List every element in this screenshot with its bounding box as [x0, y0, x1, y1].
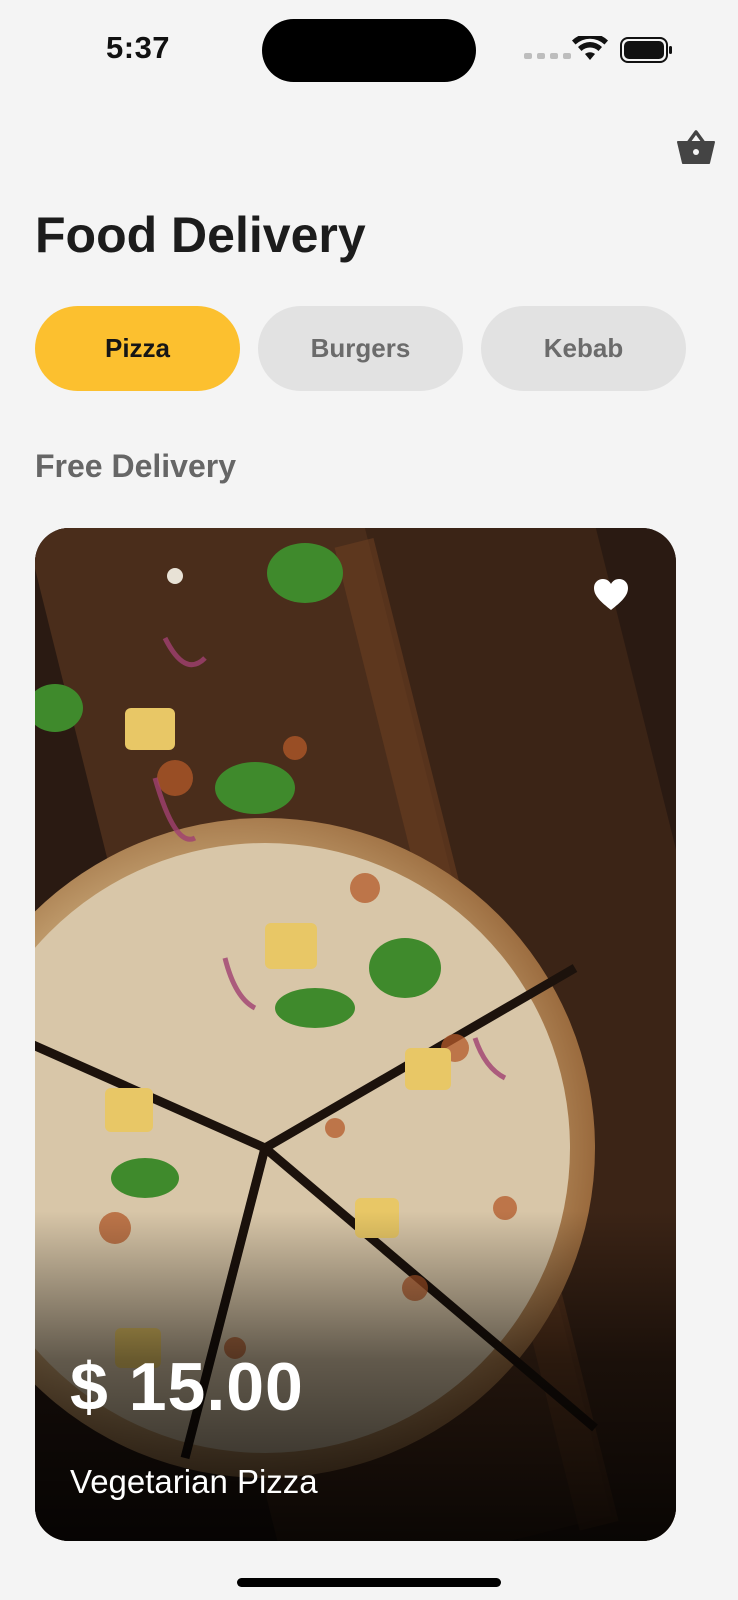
status-time: 5:37	[106, 30, 171, 65]
home-indicator[interactable]	[237, 1578, 501, 1587]
category-tabs: Pizza Burgers Kebab	[35, 306, 686, 391]
shopping-basket-icon[interactable]	[676, 129, 716, 165]
heart-icon[interactable]	[593, 578, 629, 612]
tab-burgers[interactable]: Burgers	[258, 306, 463, 391]
wifi-icon	[572, 36, 608, 60]
food-card[interactable]: $ 15.00 Vegetarian Pizza	[35, 528, 676, 1541]
battery-icon	[620, 37, 672, 63]
tab-kebab[interactable]: Kebab	[481, 306, 686, 391]
section-title: Free Delivery	[35, 448, 237, 484]
page-title: Food Delivery	[35, 207, 366, 263]
dynamic-island	[262, 19, 476, 82]
status-bar: 5:37	[0, 0, 738, 100]
cellular-signal-icon	[524, 53, 571, 59]
item-name: Vegetarian Pizza	[70, 1463, 318, 1500]
item-price: $ 15.00	[70, 1349, 304, 1425]
tab-pizza[interactable]: Pizza	[35, 306, 240, 391]
